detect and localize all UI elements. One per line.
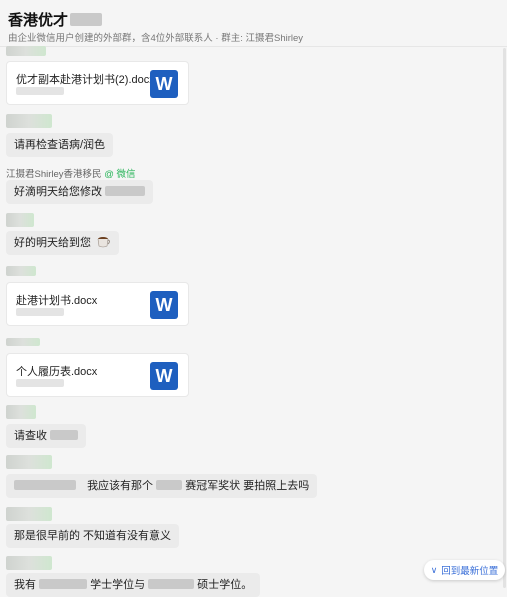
redacted-title [70,13,103,26]
redacted-text [148,579,195,589]
text-message[interactable]: 好的明天给到您 [6,231,120,255]
sender-avatar[interactable] [6,266,36,276]
file-name: 优才副本赴港计划书(2).docx [16,74,155,86]
redacted-text [14,480,76,490]
double-chevron-down-icon: ∨ [430,564,438,575]
message-text: 好的明天给到您 [14,237,91,249]
file-name: 个人履历表.docx [16,366,98,378]
file-name: 赴港计划书.docx [16,295,98,307]
text-message[interactable]: 我有 学士学位与 硕士学位。 [6,573,261,597]
file-size [16,87,64,95]
sender-avatar[interactable] [6,405,36,419]
sender-avatar[interactable] [6,46,46,56]
message-text: 我应该有那个 [87,480,154,492]
word-icon: W [150,291,178,319]
redacted-text [50,430,79,440]
text-message[interactable]: 请查收 [6,424,87,448]
wechat-tag: @ 微信 [104,169,136,180]
word-icon: W [150,70,178,98]
message-text: 我有 [14,579,36,591]
file-size [16,379,64,387]
chat-subtitle: 由企业微信用户创建的外部群，含4位外部联系人 · 群主: 江摄君Shirley [8,33,304,44]
chat-header: 香港优才 由企业微信用户创建的外部群，含4位外部联系人 · 群主: 江摄君Shi… [0,0,507,47]
message-text: 请查收 [14,430,47,442]
word-icon: W [150,362,178,390]
text-message[interactable]: 请再检查语病/润色 [6,133,114,157]
redacted-text [39,579,88,589]
scroll-to-latest-label: 回到最新位置 [441,566,499,577]
text-message[interactable]: 好滴明天给您修改 [6,180,154,204]
message-text: 那是很早前的 不知道有没有意义 [14,530,172,542]
sender-avatar[interactable] [6,338,40,346]
sender-avatar[interactable] [6,507,52,521]
message-text: 请再检查语病/润色 [14,139,106,151]
redacted-text [105,186,146,196]
message-text: 学士学位与 [90,579,146,591]
sender-avatar[interactable] [6,556,52,570]
file-message[interactable]: 赴港计划书.docx W [6,282,189,326]
file-message[interactable]: 优才副本赴港计划书(2).docx W [6,61,189,105]
sender-avatar[interactable] [6,213,34,227]
file-size [16,308,64,316]
chat-title[interactable]: 香港优才 [8,9,68,30]
file-message[interactable]: 个人履历表.docx W [6,353,189,397]
sender-name: 江摄君Shirley香港移民 @ 微信 [6,166,135,180]
scrollbar[interactable] [503,48,506,588]
message-text: 赛冠军奖状 要拍照上去吗 [185,480,310,492]
text-message[interactable]: 我应该有那个 赛冠军奖状 要拍照上去吗 [6,474,318,498]
redacted-text [156,480,183,490]
sender-avatar[interactable] [6,114,52,128]
text-message[interactable]: 那是很早前的 不知道有没有意义 [6,524,180,548]
sender-label: 江摄君Shirley香港移民 [6,169,102,180]
message-text: 好滴明天给您修改 [14,186,102,198]
sender-avatar[interactable] [6,455,52,469]
coffee-emoji-icon [97,237,111,248]
scroll-to-latest-button[interactable]: ∨ 回到最新位置 [424,560,505,580]
message-text: 硕士学位。 [197,579,253,591]
